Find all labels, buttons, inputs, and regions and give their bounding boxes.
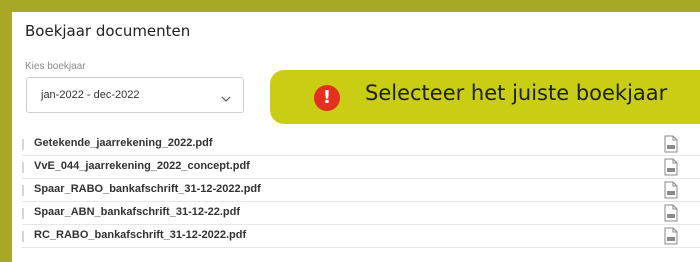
pdf-icon[interactable] xyxy=(664,204,678,222)
document-name[interactable]: RC_RABO_bankafschrift_31-12-2022.pdf xyxy=(34,229,246,241)
document-row[interactable]: Getekende_jaarrekening_2022.pdf xyxy=(22,133,700,156)
pdf-icon[interactable] xyxy=(664,181,678,199)
document-name[interactable]: Spaar_RABO_bankafschrift_31-12-2022.pdf xyxy=(34,183,261,195)
alert-icon: ! xyxy=(314,85,340,111)
instruction-callout: ! Selecteer het juiste boekjaar xyxy=(270,70,700,124)
document-name[interactable]: Spaar_ABN_bankafschrift_31-12-22.pdf xyxy=(34,206,240,218)
document-list: Getekende_jaarrekening_2022.pdf VvE_044_… xyxy=(22,133,700,248)
row-marker xyxy=(22,231,24,242)
document-row[interactable]: Spaar_ABN_bankafschrift_31-12-22.pdf xyxy=(22,202,700,225)
row-marker xyxy=(22,162,24,173)
pdf-icon[interactable] xyxy=(664,135,678,153)
document-row[interactable]: Spaar_RABO_bankafschrift_31-12-2022.pdf xyxy=(22,179,700,202)
year-select-label: Kies boekjaar xyxy=(25,61,86,72)
row-marker xyxy=(22,139,24,150)
pdf-icon[interactable] xyxy=(664,158,678,176)
page-title: Boekjaar documenten xyxy=(25,22,191,40)
row-marker xyxy=(22,208,24,219)
callout-text: Selecteer het juiste boekjaar xyxy=(365,81,668,105)
document-name[interactable]: Getekende_jaarrekening_2022.pdf xyxy=(34,137,213,149)
year-select-value: jan-2022 - dec-2022 xyxy=(41,89,140,101)
document-name[interactable]: VvE_044_jaarrekening_2022_concept.pdf xyxy=(34,160,250,172)
row-marker xyxy=(22,185,24,196)
chevron-down-icon xyxy=(221,89,231,102)
document-row[interactable]: VvE_044_jaarrekening_2022_concept.pdf xyxy=(22,156,700,179)
year-select[interactable]: jan-2022 - dec-2022 xyxy=(26,77,244,113)
document-row[interactable]: RC_RABO_bankafschrift_31-12-2022.pdf xyxy=(22,225,700,248)
pdf-icon[interactable] xyxy=(664,227,678,245)
